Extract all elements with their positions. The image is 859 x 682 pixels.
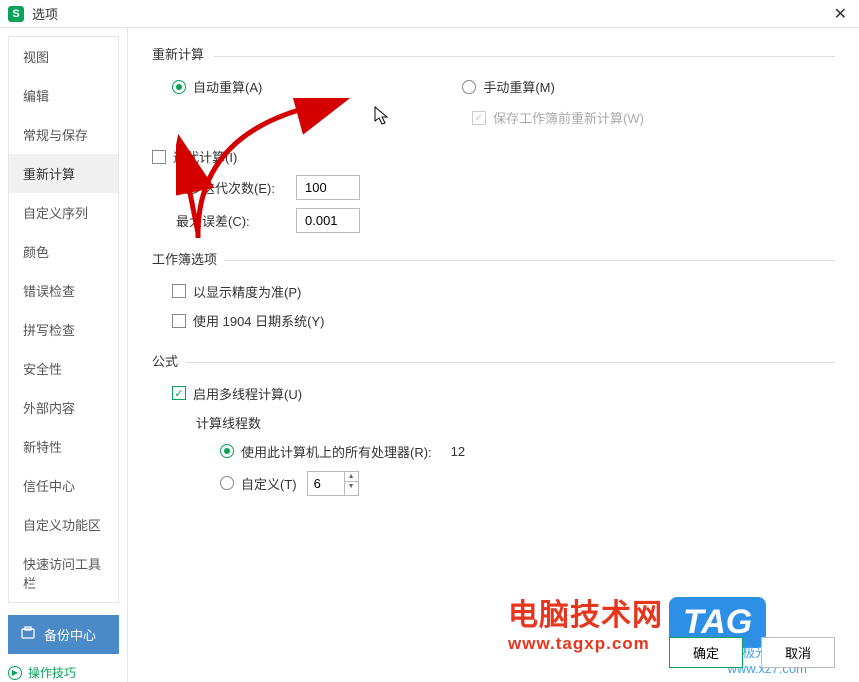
- max-diff-input[interactable]: [296, 208, 360, 233]
- backup-center-label: 备份中心: [44, 625, 96, 644]
- sidebar-item-trust-center[interactable]: 信任中心: [9, 466, 118, 505]
- play-icon: ▶: [8, 666, 22, 680]
- save-before-recalc-label: 保存工作簿前重新计算(W): [493, 108, 644, 127]
- tips-label: 操作技巧: [28, 664, 76, 681]
- sidebar-item-recalc[interactable]: 重新计算: [9, 154, 118, 193]
- multithread-label: 启用多线程计算(U): [193, 384, 302, 403]
- sidebar-item-error-check[interactable]: 错误检查: [9, 271, 118, 310]
- workbook-legend: 工作簿选项: [152, 249, 835, 272]
- max-iter-input[interactable]: [296, 175, 360, 200]
- radio-icon: [220, 444, 234, 458]
- window-title: 选项: [32, 4, 58, 23]
- sidebar-item-general-save[interactable]: 常规与保存: [9, 115, 118, 154]
- checkbox-icon: [172, 386, 186, 400]
- backup-center-button[interactable]: 备份中心: [8, 615, 119, 654]
- formula-legend: 公式: [152, 351, 835, 374]
- tips-link[interactable]: ▶ 操作技巧: [8, 664, 119, 681]
- content-panel: 重新计算 自动重算(A) 手动重算(M) 保存工作簿前重新计算(W): [128, 28, 859, 682]
- precision-check[interactable]: 以显示精度为准(P): [172, 282, 301, 301]
- threads-title: 计算线程数: [196, 413, 835, 432]
- date1904-label: 使用 1904 日期系统(Y): [193, 311, 324, 330]
- sidebar-item-quick-access[interactable]: 快速访问工具栏: [9, 544, 118, 602]
- max-diff-label: 最大误差(C):: [176, 211, 286, 230]
- custom-threads-input[interactable]: [308, 472, 344, 495]
- checkbox-icon: [472, 111, 486, 125]
- spinner-up-icon[interactable]: ▲: [345, 472, 358, 482]
- backup-icon: [20, 625, 36, 644]
- auto-recalc-label: 自动重算(A): [193, 77, 262, 96]
- radio-icon: [220, 476, 234, 490]
- checkbox-icon: [172, 284, 186, 298]
- sidebar-item-edit[interactable]: 编辑: [9, 76, 118, 115]
- sidebar-item-color[interactable]: 颜色: [9, 232, 118, 271]
- cancel-button[interactable]: 取消: [761, 637, 835, 668]
- processor-count: 12: [451, 444, 465, 459]
- multithread-check[interactable]: 启用多线程计算(U): [172, 384, 302, 403]
- use-all-label: 使用此计算机上的所有处理器(R):: [241, 442, 432, 461]
- sidebar-item-view[interactable]: 视图: [9, 37, 118, 76]
- custom-threads-spinner[interactable]: ▲ ▼: [307, 471, 359, 496]
- radio-icon: [172, 80, 186, 94]
- use-all-processors-radio[interactable]: 使用此计算机上的所有处理器(R): 12: [220, 442, 465, 461]
- sidebar-item-custom-ribbon[interactable]: 自定义功能区: [9, 505, 118, 544]
- radio-icon: [462, 80, 476, 94]
- recalc-legend: 重新计算: [152, 44, 835, 67]
- checkbox-icon: [152, 150, 166, 164]
- custom-threads-radio[interactable]: 自定义(T): [220, 474, 297, 493]
- checkbox-icon: [172, 314, 186, 328]
- iteration-label: 迭代计算(I): [173, 147, 237, 166]
- ok-button[interactable]: 确定: [669, 637, 743, 668]
- max-iter-label: 最多迭代次数(E):: [176, 178, 286, 197]
- iteration-check[interactable]: 迭代计算(I): [152, 147, 237, 166]
- sidebar-item-external-content[interactable]: 外部内容: [9, 388, 118, 427]
- precision-label: 以显示精度为准(P): [193, 282, 301, 301]
- sidebar-item-security[interactable]: 安全性: [9, 349, 118, 388]
- auto-recalc-radio[interactable]: 自动重算(A): [172, 77, 262, 96]
- titlebar: S 选项 ✕: [0, 0, 859, 28]
- manual-recalc-radio[interactable]: 手动重算(M): [462, 77, 555, 96]
- sidebar-item-new-features[interactable]: 新特性: [9, 427, 118, 466]
- sidebar-item-spell-check[interactable]: 拼写检查: [9, 310, 118, 349]
- date1904-check[interactable]: 使用 1904 日期系统(Y): [172, 311, 324, 330]
- close-button[interactable]: ✕: [830, 4, 851, 24]
- custom-threads-label: 自定义(T): [241, 474, 297, 493]
- save-before-recalc-check: 保存工作簿前重新计算(W): [472, 108, 644, 127]
- spinner-down-icon[interactable]: ▼: [345, 482, 358, 491]
- sidebar: 视图 编辑 常规与保存 重新计算 自定义序列 颜色 错误检查 拼写检查 安全性 …: [0, 28, 128, 682]
- app-icon: S: [8, 6, 24, 22]
- sidebar-item-custom-list[interactable]: 自定义序列: [9, 193, 118, 232]
- manual-recalc-label: 手动重算(M): [483, 77, 555, 96]
